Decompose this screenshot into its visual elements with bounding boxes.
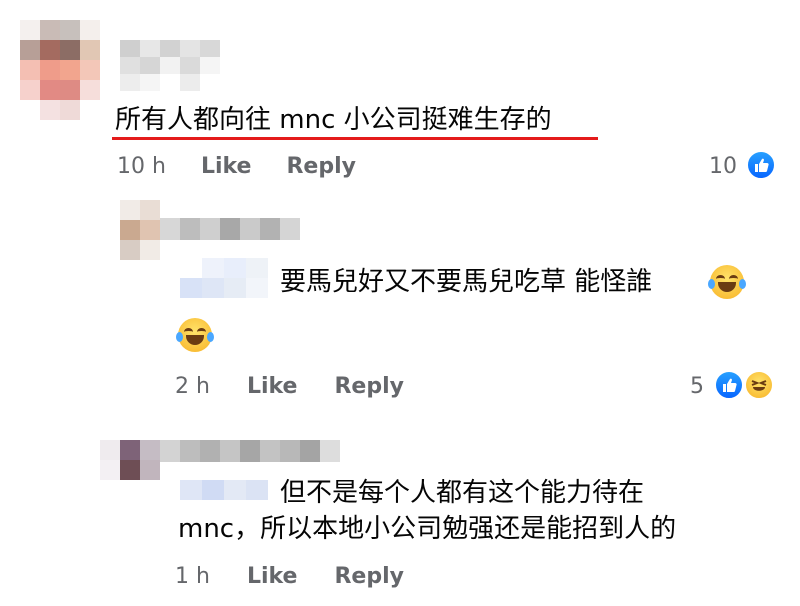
reply-meta: 2 h Like Reply <box>175 374 404 399</box>
timestamp[interactable]: 1 h <box>175 564 210 589</box>
reply-text: 要馬兒好又不要馬兒吃草 能怪誰 <box>280 267 653 297</box>
reaction-count[interactable]: 10 <box>709 154 737 179</box>
avatar[interactable] <box>120 200 160 260</box>
like-button[interactable]: Like <box>247 564 298 589</box>
reply-button[interactable]: Reply <box>334 564 404 589</box>
haha-icon[interactable] <box>744 370 774 400</box>
blurred-username[interactable] <box>160 218 300 240</box>
reply-button[interactable]: Reply <box>334 374 404 399</box>
blurred-username-continued <box>180 480 270 500</box>
reply-text-line-1: 但不是每个人都有这个能力待在 <box>280 478 645 508</box>
blurred-username-continued <box>180 258 270 298</box>
avatar[interactable] <box>100 440 160 480</box>
reply-text-line-2: mnc，所以本地小公司勉强还是能招到人的 <box>178 514 677 544</box>
highlight-underline <box>112 137 598 140</box>
avatar[interactable] <box>20 20 100 120</box>
laughing-tears-emoji <box>176 318 214 352</box>
like-button[interactable]: Like <box>247 374 298 399</box>
timestamp[interactable]: 2 h <box>175 374 210 399</box>
comment-meta: 10 h Like Reply <box>117 154 356 179</box>
comment-text: 所有人都向往 mnc 小公司挺难生存的 <box>115 105 552 135</box>
blurred-username[interactable] <box>160 440 340 462</box>
reply-button[interactable]: Reply <box>286 154 356 179</box>
timestamp[interactable]: 10 h <box>117 154 166 179</box>
blurred-username[interactable] <box>120 40 220 91</box>
reaction-count[interactable]: 5 <box>690 374 704 399</box>
laughing-tears-emoji <box>708 265 746 299</box>
like-icon[interactable] <box>746 150 776 180</box>
reply-meta: 1 h Like Reply <box>175 564 404 589</box>
like-button[interactable]: Like <box>201 154 252 179</box>
like-icon[interactable] <box>714 370 744 400</box>
